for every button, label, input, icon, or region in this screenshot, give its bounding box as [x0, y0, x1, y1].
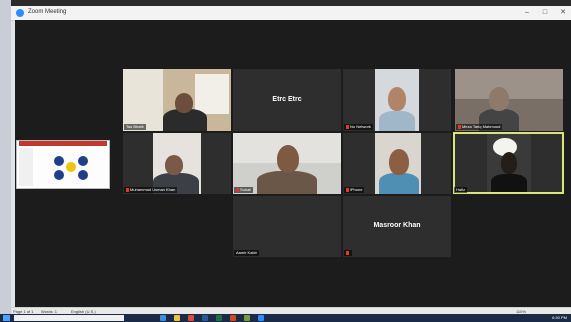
participant-name-text: Mirza Tariq Mahmood	[462, 124, 501, 129]
maximize-button[interactable]: □	[539, 7, 551, 18]
participant-name-text: No Network	[350, 124, 371, 129]
participant-name: Aamir Kabir	[234, 250, 259, 256]
app-icon[interactable]	[160, 315, 166, 321]
window-titlebar[interactable]: Zoom Meeting – □ ✕	[11, 6, 571, 21]
participant-name-text: iPhone	[350, 187, 363, 192]
shared-window-titlebar	[19, 141, 107, 146]
slide-center-shape	[66, 162, 76, 172]
close-button[interactable]: ✕	[557, 7, 569, 18]
minimize-button[interactable]: –	[521, 7, 533, 18]
windows-taskbar: 6:30 PM	[0, 314, 571, 322]
app-icon[interactable]	[244, 315, 250, 321]
participant-name: Tas Bhatti	[124, 124, 146, 130]
shared-slide-panel	[19, 148, 33, 186]
shared-slide	[37, 148, 105, 186]
slide-shape	[54, 170, 64, 180]
mic-muted-icon	[346, 124, 349, 129]
participant-name: Mirza Tariq Mahmood	[456, 124, 503, 130]
start-icon[interactable]	[3, 315, 10, 321]
desktop-edge	[0, 0, 11, 322]
participant-name-text: Muhammad Usman Khan	[130, 187, 176, 192]
video-tile-masroor-khan[interactable]: Masroor Khan	[343, 196, 451, 257]
participant-name: iPhone	[344, 187, 365, 193]
participant-name: No Network	[344, 124, 373, 130]
shared-screen-thumbnail[interactable]	[16, 140, 110, 189]
participant-name	[344, 250, 352, 256]
video-tile-hafiz-active-speaker[interactable]: Hafiz	[453, 132, 564, 194]
mic-muted-icon	[236, 187, 239, 192]
participant-name-text: Suhail	[240, 187, 252, 192]
slide-shape	[78, 170, 88, 180]
participant-name: Muhammad Usman Khan	[124, 187, 178, 193]
chrome-icon[interactable]	[188, 315, 194, 321]
zoom-taskbar-icon[interactable]	[258, 315, 264, 321]
video-tile-no-network[interactable]: No Network	[343, 69, 451, 131]
participant-name: Suhail	[234, 187, 254, 193]
mic-muted-icon	[126, 187, 129, 192]
participant-display-name: Masroor Khan	[373, 222, 421, 229]
zoom-app-icon	[16, 9, 24, 17]
participant-name: Hafiz	[454, 187, 468, 193]
powerpoint-icon[interactable]	[230, 315, 236, 321]
video-tile-etrc-etrc[interactable]: Etrc Etrc	[233, 69, 341, 131]
taskbar-search-box[interactable]	[14, 315, 124, 321]
word-icon[interactable]	[202, 315, 208, 321]
folder-icon[interactable]	[174, 315, 180, 321]
mic-muted-icon	[346, 187, 349, 192]
slide-shape	[78, 156, 88, 166]
slide-shape	[54, 156, 64, 166]
video-tile-tas-bhatti[interactable]: Tas Bhatti	[123, 69, 231, 131]
video-tile-aamir-kabir[interactable]: Aamir Kabir	[233, 196, 341, 257]
window-title: Zoom Meeting	[28, 9, 67, 15]
excel-icon[interactable]	[216, 315, 222, 321]
video-tile-iphone[interactable]: iPhone	[343, 133, 451, 194]
video-tile-muhammad-usman-khan[interactable]: Muhammad Usman Khan	[123, 133, 231, 194]
mic-muted-icon	[458, 124, 461, 129]
video-tile-suhail[interactable]: Suhail	[233, 133, 341, 194]
mic-muted-icon	[346, 250, 349, 255]
taskbar-clock[interactable]: 6:30 PM	[552, 314, 567, 322]
participant-display-name: Etrc Etrc	[272, 96, 302, 103]
video-tile-mirza-tariq-mahmood[interactable]: Mirza Tariq Mahmood	[455, 69, 563, 131]
